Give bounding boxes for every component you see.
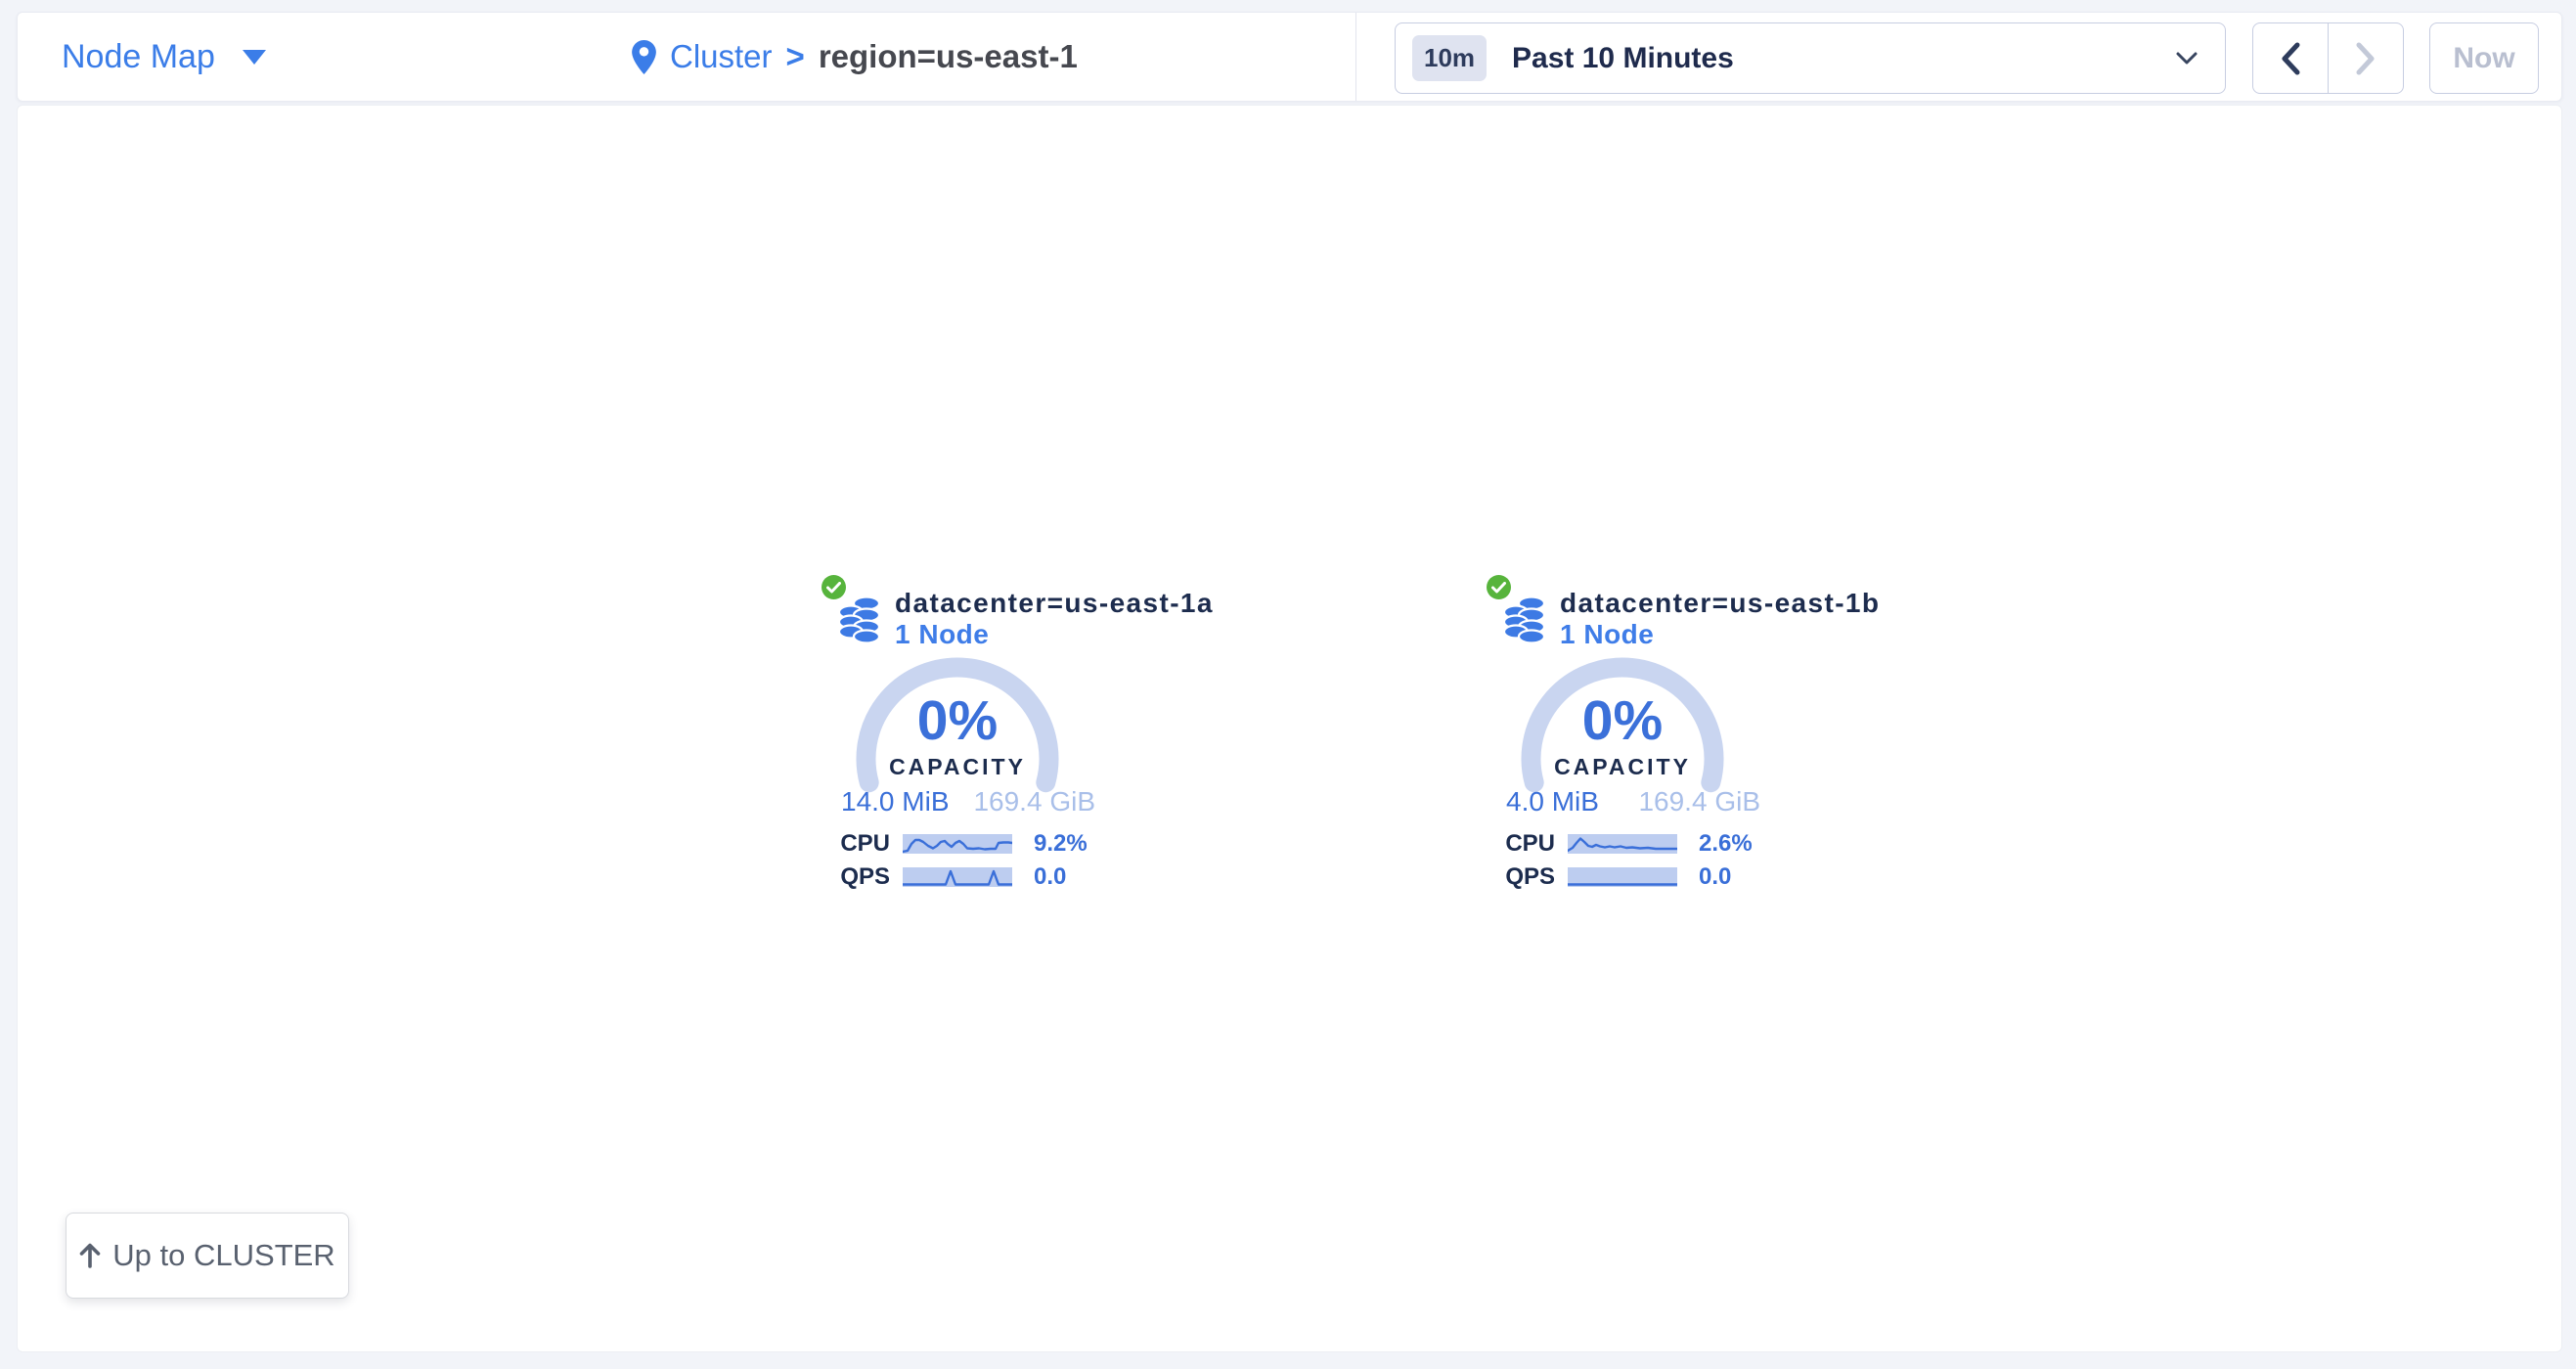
caret-down-icon — [243, 50, 266, 65]
chevron-right-icon — [2356, 42, 2376, 75]
datacenter-node-us-east-1b[interactable]: datacenter=us-east-1b 1 Node 0% CAPACITY… — [1487, 575, 1780, 898]
view-selector-label: Node Map — [62, 38, 215, 76]
breadcrumb-cluster-link[interactable]: Cluster — [670, 38, 773, 75]
capacity-used: 4.0 MiB — [1506, 786, 1599, 817]
capacity-values: 14.0 MiB 169.4 GiB — [841, 786, 1095, 817]
datacenter-title: datacenter=us-east-1a — [895, 588, 1214, 619]
cpu-sparkline — [1568, 834, 1677, 854]
now-button[interactable]: Now — [2429, 22, 2539, 94]
time-range-dropdown[interactable]: 10m Past 10 Minutes — [1395, 22, 2226, 94]
up-to-cluster-button[interactable]: Up to CLUSTER — [66, 1213, 349, 1299]
time-step-buttons — [2252, 22, 2404, 94]
cpu-metric-row: CPU 2.6% — [1496, 832, 1753, 856]
cpu-sparkline — [903, 834, 1012, 854]
cpu-value: 2.6% — [1699, 830, 1753, 858]
cpu-label: CPU — [831, 830, 890, 858]
capacity-label: CAPACITY — [1525, 754, 1720, 780]
top-bar: Node Map Cluster > region=us-east-1 10m … — [17, 12, 2562, 102]
cpu-value: 9.2% — [1034, 830, 1088, 858]
capacity-percent: 0% — [860, 688, 1055, 753]
qps-value: 0.0 — [1699, 863, 1731, 891]
chevron-left-icon — [2281, 42, 2300, 75]
breadcrumb: Cluster > region=us-east-1 — [632, 13, 1078, 101]
breadcrumb-current-locality: region=us-east-1 — [819, 38, 1078, 75]
qps-label: QPS — [1496, 863, 1555, 891]
datacenter-title: datacenter=us-east-1b — [1560, 588, 1880, 619]
location-pin-icon — [632, 40, 656, 74]
datacenter-node-count: 1 Node — [895, 619, 989, 650]
arrow-up-icon — [79, 1243, 101, 1268]
database-stack-icon — [838, 595, 881, 643]
datacenter-node-count: 1 Node — [1560, 619, 1654, 650]
topbar-divider — [1355, 13, 1356, 101]
up-to-cluster-label: Up to CLUSTER — [112, 1238, 334, 1273]
time-step-back-button[interactable] — [2253, 23, 2328, 93]
qps-sparkline — [903, 867, 1012, 887]
capacity-used: 14.0 MiB — [841, 786, 950, 817]
time-step-forward-button[interactable] — [2328, 23, 2403, 93]
qps-value: 0.0 — [1034, 863, 1066, 891]
time-range-label: Past 10 Minutes — [1512, 42, 2176, 75]
capacity-percent: 0% — [1525, 688, 1720, 753]
node-map-canvas — [17, 105, 2562, 1352]
capacity-total: 169.4 GiB — [973, 786, 1095, 817]
database-stack-icon — [1503, 595, 1546, 643]
view-selector-dropdown[interactable]: Node Map — [62, 13, 266, 101]
time-range-badge: 10m — [1412, 35, 1487, 81]
qps-sparkline — [1568, 867, 1677, 887]
qps-label: QPS — [831, 863, 890, 891]
datacenter-node-us-east-1a[interactable]: datacenter=us-east-1a 1 Node 0% CAPACITY… — [822, 575, 1115, 898]
cpu-label: CPU — [1496, 830, 1555, 858]
breadcrumb-separator: > — [786, 38, 805, 75]
capacity-label: CAPACITY — [860, 754, 1055, 780]
qps-metric-row: QPS 0.0 — [831, 865, 1066, 889]
cpu-metric-row: CPU 9.2% — [831, 832, 1088, 856]
chevron-down-icon — [2176, 52, 2198, 65]
capacity-total: 169.4 GiB — [1638, 786, 1760, 817]
qps-metric-row: QPS 0.0 — [1496, 865, 1731, 889]
capacity-values: 4.0 MiB 169.4 GiB — [1506, 786, 1760, 817]
